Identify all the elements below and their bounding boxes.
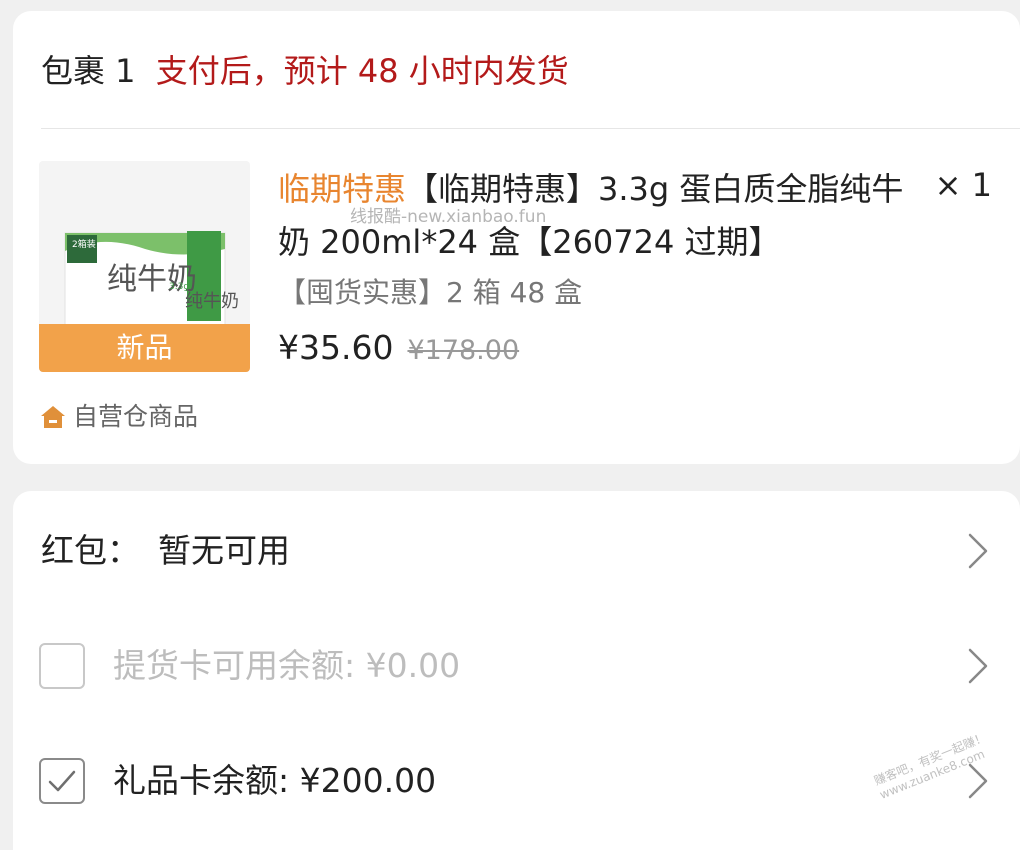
hongbao-text: 红包： 暂无可用 — [41, 511, 290, 591]
home-icon — [41, 406, 65, 428]
package-header: 包裹 1 支付后，预计 48 小时内发货 — [41, 51, 569, 91]
chevron-right-icon[interactable] — [956, 531, 996, 571]
count-label: 2箱装 — [72, 238, 96, 250]
side-text: 纯牛奶 — [185, 291, 239, 312]
price-row: ¥35.60 ¥178.00 — [278, 327, 519, 372]
gift-card-checkbox[interactable] — [39, 758, 85, 804]
new-product-badge: 新品 — [39, 324, 250, 372]
pickup-card-checkbox[interactable] — [39, 643, 85, 689]
product-image[interactable]: 2箱装 纯牛奶 纯牛奶 3.3g 新品 — [39, 161, 250, 372]
self-operated-label: 自营仓商品 — [39, 399, 198, 435]
pickup-card-label: 提货卡可用余额: ¥0.00 — [113, 646, 461, 685]
chevron-right-icon[interactable] — [956, 646, 996, 686]
package-card: 包裹 1 支付后，预计 48 小时内发货 2箱装 纯牛奶 纯牛奶 3.3g 新品… — [13, 11, 1020, 464]
gift-card-label: 礼品卡余额: ¥200.00 — [113, 761, 437, 800]
self-operated-text: 自营仓商品 — [73, 402, 199, 431]
pickup-card-row[interactable]: 提货卡可用余额: ¥0.00 — [13, 626, 1020, 706]
product-spec: 【囤货实惠】2 箱 48 盒 — [278, 276, 583, 309]
hongbao-value: 暂无可用 — [158, 531, 290, 570]
shipping-note: 支付后，预计 48 小时内发货 — [155, 52, 569, 90]
watermark-text: 线报酷-new.xianbao.fun — [350, 207, 547, 227]
original-price: ¥178.00 — [407, 335, 520, 366]
checkmark-icon — [48, 770, 76, 792]
protein-text: 3.3g — [169, 282, 189, 292]
gift-card-row[interactable]: 礼品卡余额: ¥200.00 — [13, 741, 1020, 821]
hongbao-row[interactable]: 红包： 暂无可用 — [13, 511, 1020, 591]
hongbao-label: 红包： — [41, 531, 140, 570]
payment-card: 红包： 暂无可用 提货卡可用余额: ¥0.00 礼品卡余额: ¥200.00 — [13, 491, 1020, 850]
package-label: 包裹 1 — [41, 52, 136, 90]
divider — [41, 128, 1020, 129]
quantity: × 1 — [934, 166, 992, 204]
current-price: ¥35.60 — [278, 328, 394, 367]
